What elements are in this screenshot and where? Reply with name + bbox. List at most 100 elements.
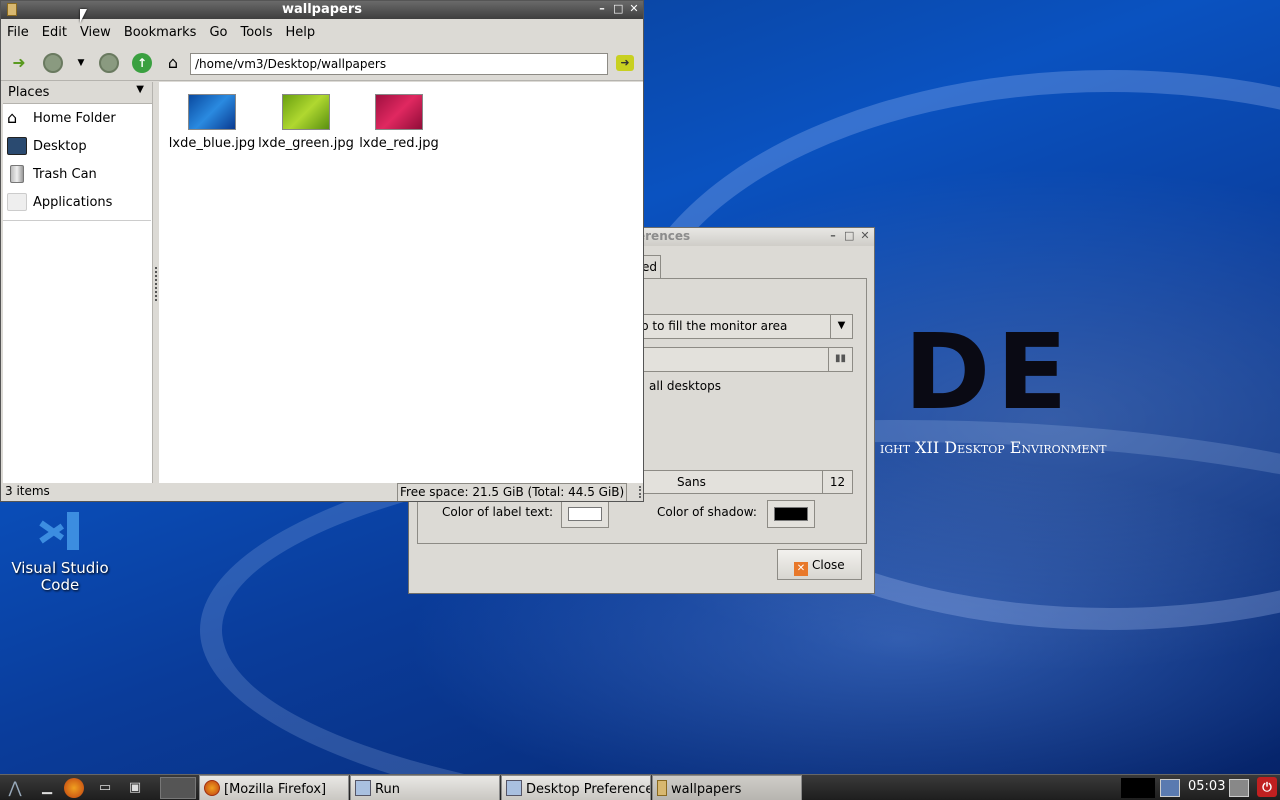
file-item[interactable]: lxde_green.jpg bbox=[258, 94, 354, 151]
minimize-icon[interactable]: – bbox=[597, 2, 607, 15]
vscode-icon bbox=[37, 510, 83, 550]
window-title: wallpapers bbox=[281, 2, 363, 17]
home-icon[interactable]: ⌂ bbox=[163, 53, 183, 73]
status-item-count: 3 items bbox=[5, 484, 50, 498]
task-label: Run bbox=[375, 782, 400, 797]
sidebar-item-home[interactable]: ⌂ Home Folder bbox=[3, 104, 152, 132]
menu-view[interactable]: View bbox=[80, 25, 111, 40]
menu-file[interactable]: File bbox=[7, 25, 29, 40]
sidebar-item-label: Trash Can bbox=[33, 166, 97, 182]
shadow-color-swatch bbox=[774, 507, 808, 521]
font-chooser[interactable]: Sans 12 bbox=[632, 470, 853, 494]
file-name: lxde_blue.jpg bbox=[168, 136, 256, 151]
image-thumbnail bbox=[188, 94, 236, 130]
places-selector[interactable]: Places ▼ bbox=[3, 82, 152, 104]
task-firefox[interactable]: [Mozilla Firefox] bbox=[199, 775, 349, 800]
task-desktop-preferences[interactable]: Desktop Preferences bbox=[501, 775, 651, 800]
sidebar: Places ▼ ⌂ Home Folder Desktop Trash Can… bbox=[3, 82, 153, 483]
desktop-icon-label: Visual Studio Code bbox=[11, 559, 109, 594]
image-thumbnail bbox=[375, 94, 423, 130]
sidebar-item-applications[interactable]: Applications bbox=[3, 188, 152, 216]
menu-help[interactable]: Help bbox=[286, 25, 316, 40]
minimize-icon[interactable]: – bbox=[828, 229, 838, 242]
image-thumbnail bbox=[282, 94, 330, 130]
sidebar-item-desktop[interactable]: Desktop bbox=[3, 132, 152, 160]
applications-icon bbox=[7, 193, 27, 211]
file-item[interactable]: lxde_blue.jpg bbox=[164, 94, 260, 151]
menu-edit[interactable]: Edit bbox=[42, 25, 67, 40]
toolbar: ➜ ▼ ↑ ⌂ /home/vm3/Desktop/wallpapers ➜ bbox=[1, 45, 643, 81]
close-button[interactable]: ✕ Close bbox=[777, 549, 862, 580]
wallpaper-file-chooser[interactable]: ▮▮ bbox=[632, 347, 853, 372]
tray-area bbox=[1121, 778, 1155, 798]
path-input[interactable]: /home/vm3/Desktop/wallpapers bbox=[190, 53, 608, 75]
status-free-space: Free space: 21.5 GiB (Total: 44.5 GiB) bbox=[397, 483, 627, 501]
home-icon: ⌂ bbox=[7, 108, 18, 127]
back-icon[interactable] bbox=[43, 53, 63, 73]
places-label: Places bbox=[8, 85, 50, 100]
close-icon[interactable]: ✕ bbox=[629, 2, 639, 15]
firefox-icon[interactable] bbox=[64, 778, 84, 798]
close-button-label: Close bbox=[812, 558, 845, 572]
file-name: lxde_green.jpg bbox=[258, 136, 354, 151]
task-wallpapers[interactable]: wallpapers bbox=[652, 775, 802, 800]
wallpaper-logo: DE ight XII Desktop Environment bbox=[880, 320, 1140, 457]
up-icon[interactable]: ↑ bbox=[132, 53, 152, 73]
menu-tools[interactable]: Tools bbox=[240, 25, 272, 40]
desktop-icon-vscode[interactable]: Visual Studio Code bbox=[8, 510, 112, 594]
trash-icon bbox=[10, 165, 24, 183]
folder-browse-icon[interactable]: ▮▮ bbox=[828, 348, 852, 371]
menu-bookmarks[interactable]: Bookmarks bbox=[124, 25, 197, 40]
font-size: 12 bbox=[822, 471, 852, 493]
menu-go[interactable]: Go bbox=[209, 25, 227, 40]
maximize-icon[interactable]: □ bbox=[844, 229, 854, 242]
maximize-icon[interactable]: □ bbox=[613, 2, 623, 15]
titlebar[interactable]: wallpapers – □ ✕ bbox=[1, 1, 643, 19]
statusbar: 3 items Free space: 21.5 GiB (Total: 44.… bbox=[3, 483, 643, 501]
forward-icon[interactable] bbox=[99, 53, 119, 73]
task-label: wallpapers bbox=[671, 782, 742, 797]
chevron-down-icon: ▼ bbox=[136, 84, 144, 95]
wallpaper-mode-select[interactable]: p to fill the monitor area ▼ bbox=[632, 314, 853, 339]
shadow-color-button[interactable] bbox=[767, 500, 815, 528]
clock[interactable]: 05:03 bbox=[1188, 779, 1225, 794]
menubar: File Edit View Bookmarks Go Tools Help bbox=[1, 19, 643, 45]
power-icon[interactable]: ⏻ bbox=[1257, 777, 1277, 797]
close-icon: ✕ bbox=[794, 562, 808, 576]
taskbar: ⋀ ▁ ▭ ▣ [Mozilla Firefox] Run Desktop Pr… bbox=[0, 774, 1280, 800]
new-tab-icon[interactable]: ➜ bbox=[9, 53, 29, 73]
label-text-color-label: Color of label text: bbox=[442, 505, 554, 519]
desktop-icon bbox=[7, 137, 27, 155]
chevron-down-icon: ▼ bbox=[830, 315, 852, 338]
task-run[interactable]: Run bbox=[350, 775, 500, 800]
all-desktops-label[interactable]: all desktops bbox=[649, 379, 721, 393]
network-icon[interactable] bbox=[1160, 779, 1180, 797]
firefox-icon bbox=[204, 780, 220, 796]
lxde-menu-icon[interactable]: ⋀ bbox=[4, 778, 26, 798]
sidebar-item-label: Home Folder bbox=[33, 110, 116, 126]
file-manager-icon[interactable]: ▭ bbox=[94, 778, 116, 798]
close-icon[interactable]: ✕ bbox=[860, 229, 870, 242]
go-icon[interactable]: ➜ bbox=[616, 55, 634, 71]
sidebar-item-label: Desktop bbox=[33, 138, 87, 154]
window-icon bbox=[355, 780, 371, 796]
task-label: [Mozilla Firefox] bbox=[224, 782, 327, 797]
sidebar-item-trash[interactable]: Trash Can bbox=[3, 160, 152, 188]
label-text-color-button[interactable] bbox=[561, 500, 609, 528]
mouse-cursor-icon bbox=[80, 9, 87, 23]
resize-grip-icon[interactable] bbox=[631, 486, 641, 498]
wallpaper-logo-text: DE bbox=[904, 311, 1074, 433]
lock-screen-icon[interactable] bbox=[1229, 779, 1249, 797]
file-item[interactable]: lxde_red.jpg bbox=[351, 94, 447, 151]
workspace-switcher-icon[interactable]: ▣ bbox=[124, 778, 146, 798]
shadow-color-label: Color of shadow: bbox=[657, 505, 757, 519]
history-dropdown-icon[interactable]: ▼ bbox=[71, 53, 91, 73]
font-name: Sans bbox=[677, 475, 706, 489]
file-manager-window: wallpapers – □ ✕ File Edit View Bookmark… bbox=[0, 0, 644, 502]
wallpaper-mode-value: p to fill the monitor area bbox=[641, 319, 788, 333]
show-desktop-icon[interactable]: ▁ bbox=[36, 778, 58, 798]
label-text-color-swatch bbox=[568, 507, 602, 521]
file-list: lxde_blue.jpg lxde_green.jpg lxde_red.jp… bbox=[159, 82, 643, 483]
workspace-pager[interactable] bbox=[160, 777, 196, 799]
sidebar-divider bbox=[3, 220, 151, 221]
